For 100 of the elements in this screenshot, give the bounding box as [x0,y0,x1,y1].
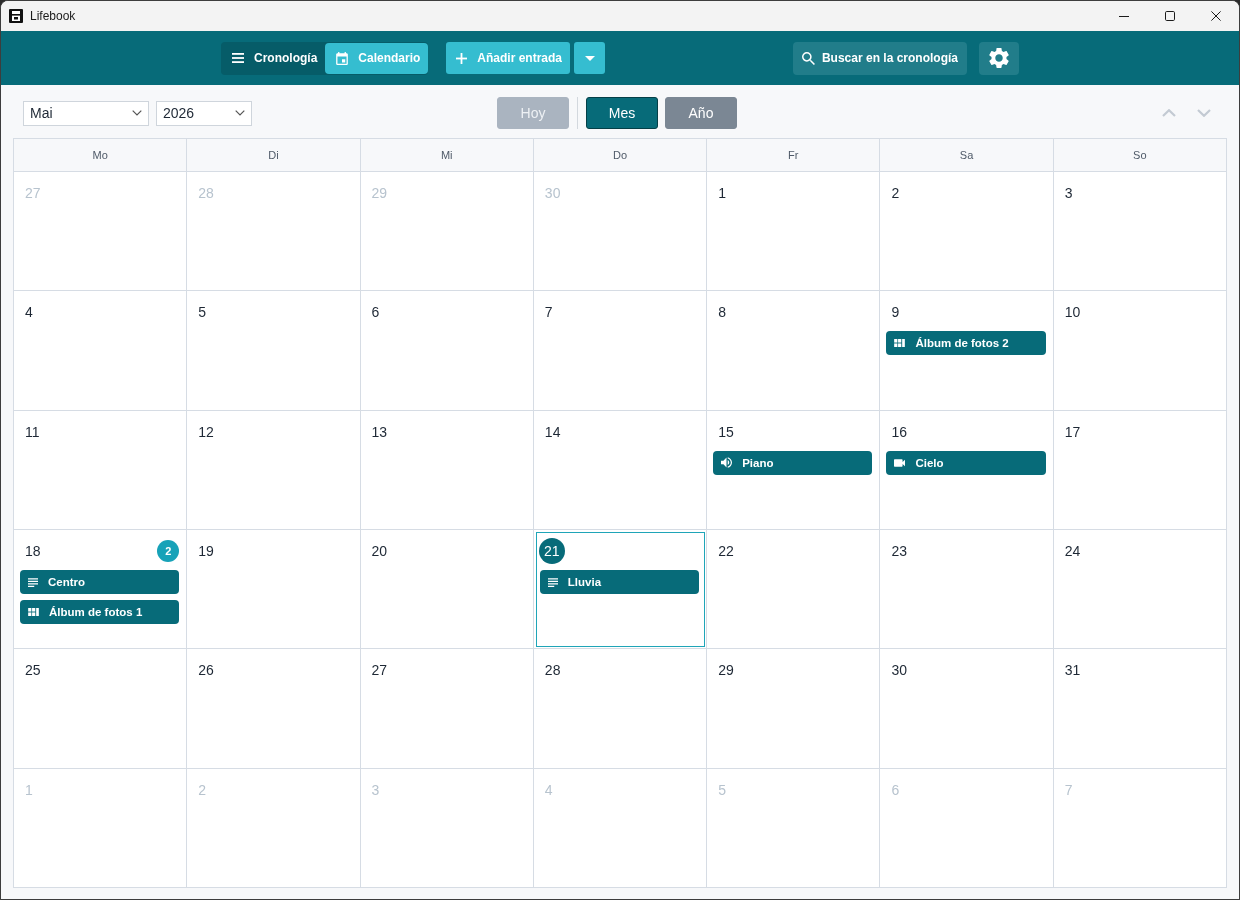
speaker-icon [721,457,733,469]
window-title: Lifebook [30,9,76,23]
day-number: 5 [717,780,727,800]
day-number: 4 [24,303,34,323]
day-number: 11 [24,422,41,442]
day-cell[interactable]: 31 [1053,649,1227,769]
day-cell[interactable]: 10 [1053,291,1227,411]
view-mode-button[interactable]: Año [665,97,737,129]
day-cell[interactable]: 15 Piano [707,410,881,530]
day-cell[interactable]: 29 [707,649,881,769]
entry-chip[interactable]: Cielo [886,450,1046,475]
day-cell[interactable]: 20 [360,530,534,650]
day-number: 8 [717,303,727,323]
day-number: 28 [197,184,215,203]
text-lines-icon [28,577,38,587]
day-number: 29 [717,661,735,681]
year-select[interactable]: 2026 [156,100,252,126]
day-cell[interactable]: 14 [533,410,708,530]
day-number: 23 [890,542,908,561]
day-cell[interactable]: 28 [533,649,708,769]
add-menu-button[interactable] [574,42,606,74]
day-cell[interactable]: 19 [187,530,361,650]
weekday-header: So [1053,139,1227,172]
minimize-icon[interactable] [1119,15,1129,17]
day-number: 30 [890,661,908,681]
video-camera-icon [894,458,906,467]
entry-chip[interactable]: Centro [20,570,180,594]
day-cell[interactable]: 26 [187,649,361,769]
maximize-icon[interactable] [1165,11,1175,21]
entry-chip[interactable]: Lluvia [539,570,700,594]
day-number: 7 [1063,780,1074,800]
day-number: 29 [370,184,389,203]
day-cell[interactable]: 11 [14,410,188,530]
day-number: 1 [717,184,727,203]
day-cell[interactable]: 13 [360,410,534,530]
day-cell[interactable]: 4 [14,291,188,411]
day-number: 6 [370,303,381,323]
day-number: 4 [543,780,554,800]
day-cell[interactable]: 30 [880,649,1054,769]
day-number: 27 [370,661,389,681]
day-cell[interactable]: 8 [707,291,881,411]
entry-chip[interactable]: Álbum de fotos 1 [20,600,180,624]
day-cell[interactable]: 24 [1053,530,1227,650]
caret-down-icon [584,55,595,61]
search-button[interactable]: Buscar en la cronología [792,41,967,75]
day-cell[interactable]: 7 [533,291,708,411]
day-number: 28 [543,661,562,681]
chevron-down-icon [132,110,142,116]
day-number: 12 [197,422,215,442]
search-icon [801,51,815,65]
day-number: 19 [197,542,215,561]
day-number: 3 [370,780,381,800]
day-number: 27 [24,184,42,203]
day-cell[interactable]: 25 [14,649,188,769]
day-number: 16 [890,422,908,442]
day-cell[interactable]: 5 [187,291,361,411]
weekday-header: Fr [707,139,881,172]
day-number: 10 [1063,303,1082,323]
day-number: 30 [543,184,562,203]
entry-chip[interactable]: Piano [713,450,873,475]
view-mode-button[interactable]: Mes [586,97,658,129]
month-select[interactable]: Mai [23,100,149,126]
day-cell[interactable]: 22 [707,530,881,650]
weekday-header: Di [187,139,361,172]
day-number: 9 [890,303,901,323]
day-cell[interactable]: 16 Cielo [880,410,1054,530]
grid-icon [894,339,906,348]
close-icon[interactable] [1211,11,1221,21]
settings-button[interactable] [979,41,1019,75]
day-cell[interactable]: 23 [880,530,1054,650]
day-number: 13 [370,422,389,442]
day-number: 22 [717,542,735,561]
day-cell[interactable]: 2 [880,172,1054,292]
text-lines-icon [547,577,558,587]
app-icon [9,9,23,23]
day-number: 6 [890,780,901,800]
day-cell[interactable]: 27 [360,649,534,769]
day-number: 2 [890,184,901,203]
day-cell[interactable]: 17 [1053,410,1227,530]
weekday-header: Sa [880,139,1054,172]
day-number: 17 [1063,422,1082,442]
weekday-header: Do [533,139,708,172]
day-cell[interactable]: 18 2 Centro Álbum de fotos 1 [14,530,188,650]
day-cell[interactable]: 3 [1053,172,1227,292]
day-number: 25 [24,661,42,681]
day-cell[interactable]: 12 [187,410,361,530]
weekday-header: Mo [14,139,188,172]
view-tab[interactable]: Cronología [221,42,326,74]
day-cell[interactable]: 6 [360,291,534,411]
day-number: 2 [197,780,208,800]
day-number: 3 [1063,184,1074,203]
settings-icon [989,48,1009,68]
chevron-down-icon [235,110,245,116]
day-number: 14 [543,422,562,442]
day-number: 20 [370,542,389,561]
entry-chip[interactable]: Álbum de fotos 2 [886,331,1046,356]
day-cell[interactable]: 1 [707,172,881,292]
day-cell[interactable]: 21 Lluvia [533,530,708,650]
menu-icon [232,53,244,63]
day-cell[interactable]: 9 Álbum de fotos 2 [880,291,1054,411]
